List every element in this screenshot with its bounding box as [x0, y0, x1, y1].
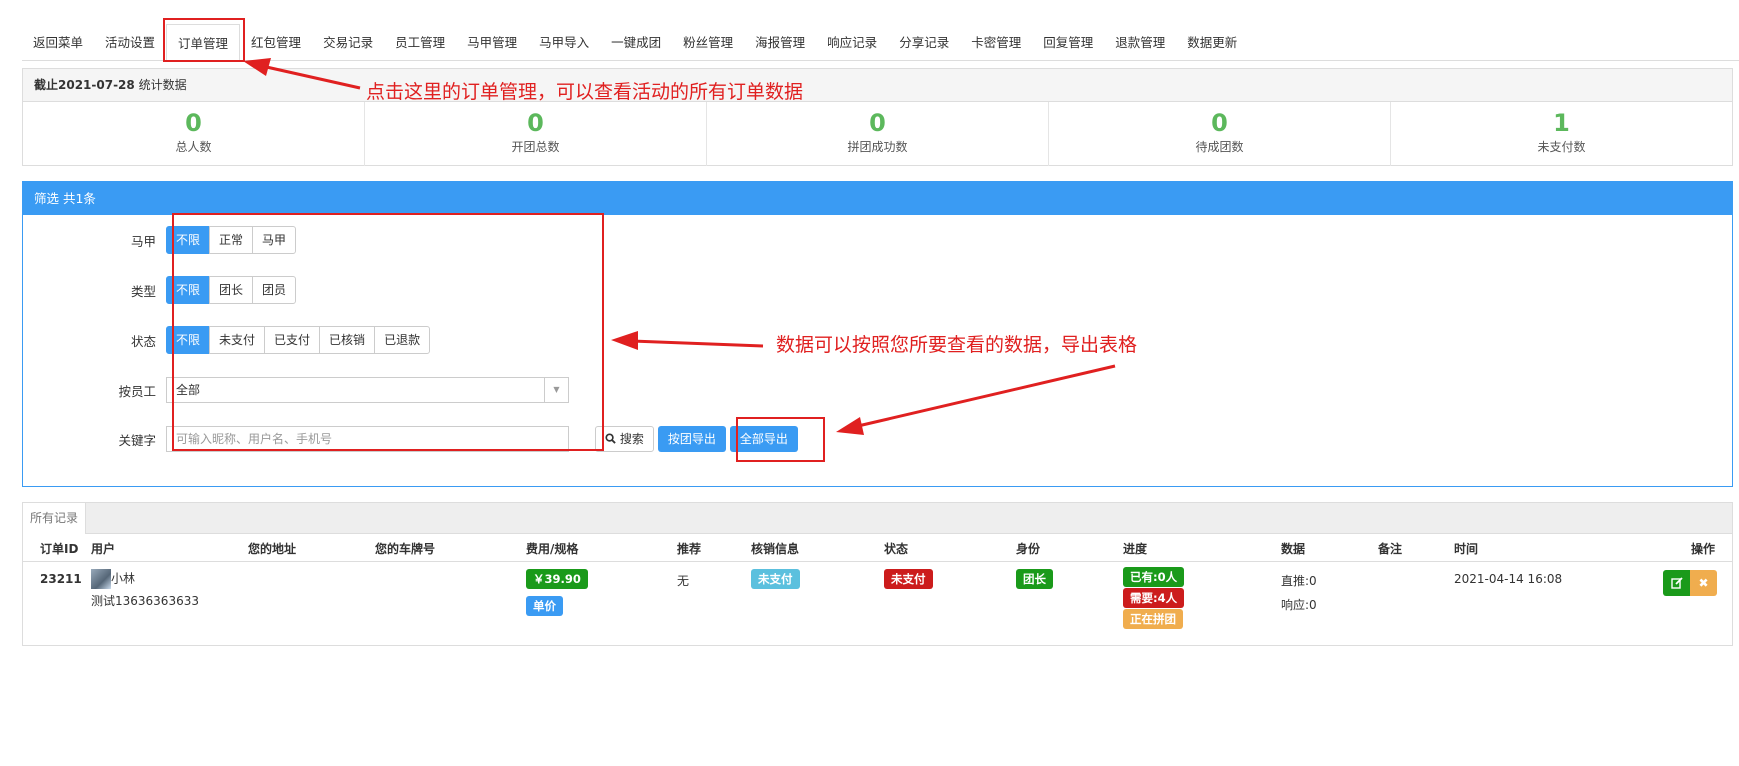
arrow-to-export-all	[857, 364, 1116, 428]
annotation-arrows	[243, 58, 1116, 435]
arrow-head-icon	[243, 58, 271, 76]
arrow-head-icon	[836, 417, 864, 435]
arrow-head-icon	[611, 331, 638, 350]
arrow-to-order-tab	[261, 64, 361, 90]
arrow-to-filters	[631, 339, 764, 348]
